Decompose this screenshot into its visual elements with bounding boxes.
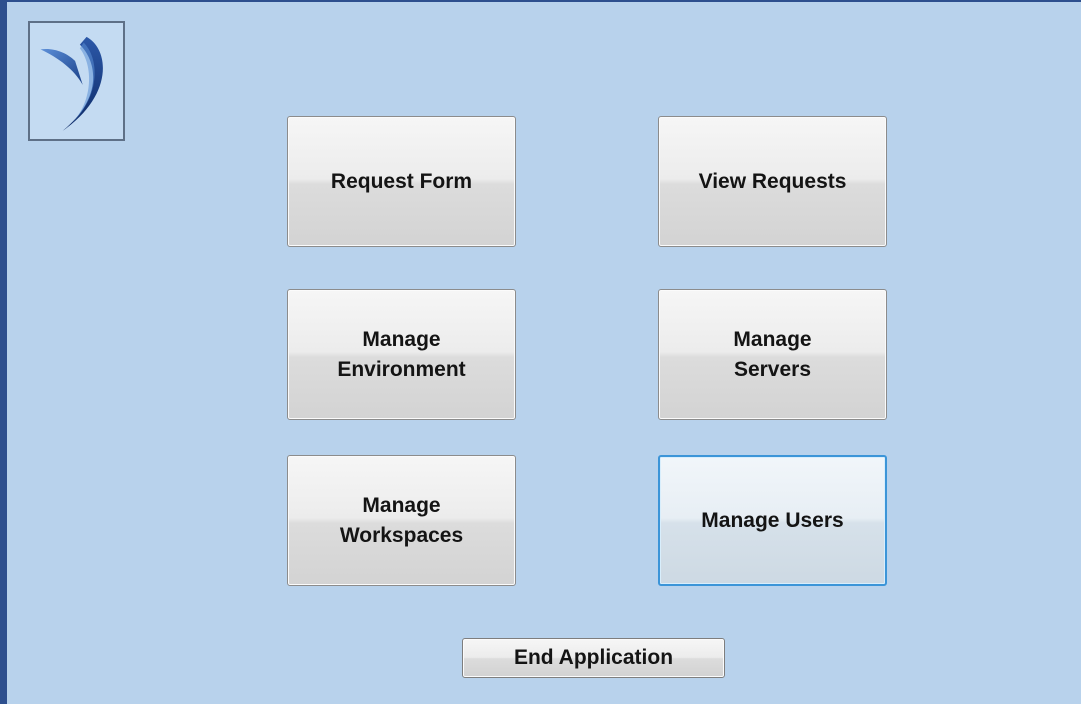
end-application-button[interactable]: End Application [462, 638, 725, 678]
main-menu-window: Request Form View Requests Manage Enviro… [0, 0, 1081, 704]
request-form-button[interactable]: Request Form [287, 116, 516, 247]
manage-workspaces-button[interactable]: Manage Workspaces [287, 455, 516, 586]
view-requests-button[interactable]: View Requests [658, 116, 887, 247]
manage-servers-button[interactable]: Manage Servers [658, 289, 887, 420]
manage-environment-button[interactable]: Manage Environment [287, 289, 516, 420]
company-logo-icon [28, 21, 125, 141]
manage-users-button[interactable]: Manage Users [658, 455, 887, 586]
